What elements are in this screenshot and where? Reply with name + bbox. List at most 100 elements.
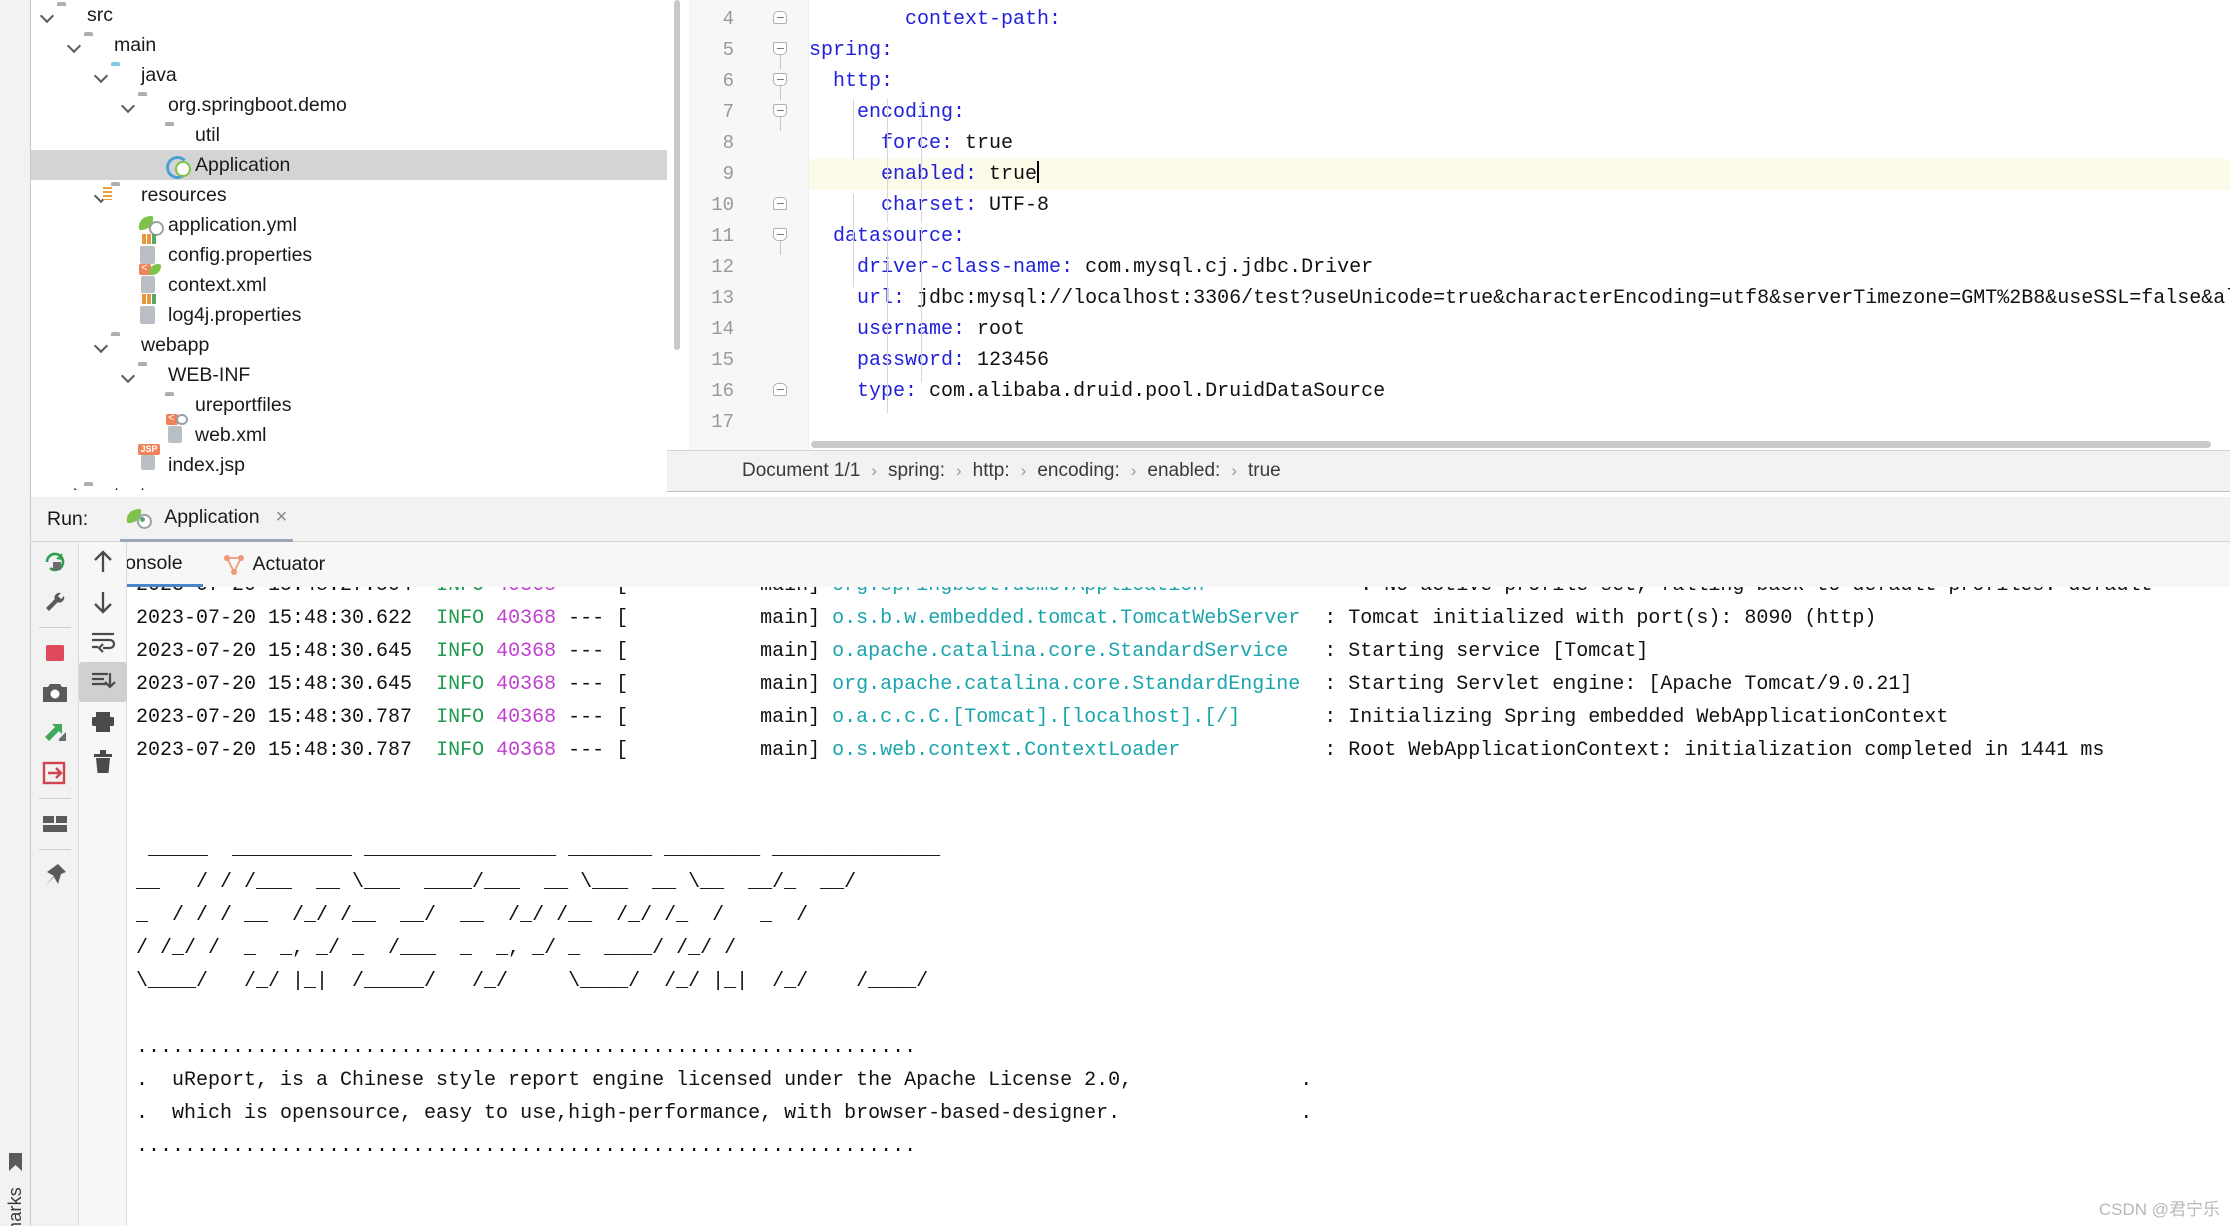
tree-expand-arrow[interactable] <box>120 246 138 264</box>
tree-expand-arrow[interactable] <box>93 336 111 354</box>
tree-item-application-yml[interactable]: application.yml <box>31 210 667 240</box>
code-line[interactable]: spring: <box>809 35 893 66</box>
tree-expand-arrow[interactable] <box>66 36 84 54</box>
run-left-strip: Bookmarks Structure <box>0 497 31 1226</box>
fold-marker-icon[interactable] <box>773 10 789 26</box>
tree-item-label: java <box>141 64 177 86</box>
rerun-button[interactable] <box>31 542 79 582</box>
fold-marker-icon[interactable] <box>773 196 789 212</box>
tree-expand-arrow[interactable] <box>120 306 138 324</box>
tree-item-test[interactable]: test <box>31 480 667 490</box>
tree-expand-arrow[interactable] <box>66 486 84 490</box>
watermark: CSDN @君宁乐 <box>2098 1200 2220 1219</box>
hscrollbar-thumb[interactable] <box>811 441 2211 448</box>
layout-button[interactable] <box>31 804 79 844</box>
fold-marker-icon[interactable] <box>773 382 789 398</box>
stop-button[interactable] <box>31 633 79 673</box>
fold-marker-icon[interactable] <box>773 227 789 255</box>
folder-icon <box>57 5 81 25</box>
line-number: 8 <box>722 132 734 154</box>
soft-wrap-button[interactable] <box>79 622 127 662</box>
editor-gutter[interactable]: 4 5 6 7 8 9 10 11 12 13 14 15 16 17 <box>689 0 809 450</box>
tab-actuator[interactable]: Actuator <box>203 542 346 587</box>
tree-item-ureportfiles[interactable]: ureportfiles <box>31 390 667 420</box>
thread-dump-button[interactable] <box>31 713 79 753</box>
breadcrumb-item[interactable]: encoding: <box>1037 460 1119 482</box>
tree-item-resources[interactable]: resources <box>31 180 667 210</box>
tree-expand-arrow[interactable] <box>93 66 111 84</box>
tree-expand-arrow[interactable] <box>147 396 165 414</box>
code-line[interactable]: enabled: true <box>809 159 1040 190</box>
code-editor[interactable]: 4 5 6 7 8 9 10 11 12 13 14 15 16 17 context-path: spri… <box>667 0 2230 450</box>
tree-expand-arrow[interactable] <box>120 216 138 234</box>
code-line[interactable]: force: true <box>809 128 1013 159</box>
code-line[interactable]: http: <box>809 66 893 97</box>
scroll-down-button[interactable] <box>79 582 127 622</box>
console-banner-line: . which is opensource, easy to use,high-… <box>136 1102 1313 1125</box>
tree-item-index-jsp[interactable]: JSP index.jsp <box>31 444 667 480</box>
java-class-run-icon <box>165 155 189 175</box>
console-log-line: 2023-07-20 15:48:30.787 INFO 40368 --- [… <box>136 706 1949 729</box>
tree-item-src[interactable]: src <box>31 0 667 30</box>
settings-wrench-button[interactable] <box>31 582 79 622</box>
code-line[interactable]: url: jdbc:mysql://localhost:3306/test?us… <box>809 283 2230 314</box>
pin-button[interactable] <box>31 855 79 895</box>
editor-code-area[interactable]: context-path: spring: http: encoding: for… <box>809 0 2230 450</box>
project-tree[interactable]: src main java org.springboot.demo util Applic… <box>31 0 667 490</box>
fold-marker-icon[interactable] <box>773 41 789 69</box>
breadcrumb-item[interactable]: http: <box>973 460 1010 482</box>
tree-expand-arrow[interactable] <box>147 126 165 144</box>
run-configuration-tab[interactable]: Application × <box>120 497 294 542</box>
tree-expand-arrow[interactable] <box>120 366 138 384</box>
tree-expand-arrow[interactable] <box>147 426 165 444</box>
bookmarks-label[interactable]: Bookmarks <box>5 1187 26 1226</box>
code-line[interactable]: context-path: <box>809 4 1061 35</box>
line-number: 10 <box>711 194 734 216</box>
tree-item-label: web.xml <box>195 424 267 446</box>
clear-all-button[interactable] <box>79 742 127 782</box>
camera-button[interactable] <box>31 673 79 713</box>
tree-item-util[interactable]: util <box>31 120 667 150</box>
run-tab-name: Application <box>164 506 260 528</box>
fold-marker-icon[interactable] <box>773 72 789 100</box>
properties-icon <box>138 245 162 265</box>
tree-item-webapp[interactable]: webapp <box>31 330 667 360</box>
breadcrumb[interactable]: Document 1/1 › spring: › http: › encoding: › ena… <box>667 450 2230 492</box>
tree-item-web-inf[interactable]: WEB-INF <box>31 360 667 390</box>
code-line[interactable]: driver-class-name: com.mysql.cj.jdbc.Dri… <box>809 252 1373 283</box>
breadcrumb-item[interactable]: spring: <box>888 460 945 482</box>
tree-expand-arrow[interactable] <box>120 456 138 474</box>
tree-item-context-xml[interactable]: < context.xml <box>31 264 667 300</box>
tree-item-log4j-properties[interactable]: log4j.properties <box>31 300 667 330</box>
tree-expand-arrow[interactable] <box>147 156 165 174</box>
tree-expand-arrow[interactable] <box>39 6 57 24</box>
editor-horizontal-scrollbar[interactable] <box>809 438 2230 450</box>
scroll-to-end-button[interactable] <box>79 662 127 702</box>
breadcrumb-item[interactable]: enabled: <box>1147 460 1220 482</box>
code-line[interactable]: username: root <box>809 314 1025 345</box>
tree-item-config-properties[interactable]: config.properties <box>31 240 667 270</box>
tree-item-main[interactable]: main <box>31 30 667 60</box>
print-button[interactable] <box>79 702 127 742</box>
tree-expand-arrow[interactable] <box>120 276 138 294</box>
code-line[interactable]: type: com.alibaba.druid.pool.DruidDataSo… <box>809 376 1385 407</box>
folder-source-icon <box>111 65 135 85</box>
scrollbar-thumb[interactable] <box>674 0 680 350</box>
close-icon[interactable]: × <box>276 506 288 529</box>
tree-item-org-springboot-demo[interactable]: org.springboot.demo <box>31 90 667 120</box>
editor-left-scrollbar[interactable] <box>667 0 689 450</box>
breadcrumb-item[interactable]: Document 1/1 <box>742 460 860 482</box>
console-output[interactable]: 2023-07-20 15:48:27.504 INFO 40368 --- [… <box>128 587 2230 1226</box>
spring-boot-run-icon <box>126 508 150 528</box>
code-line[interactable]: password: 123456 <box>809 345 1049 376</box>
tree-item-web-xml[interactable]: < web.xml <box>31 414 667 450</box>
code-line[interactable]: charset: UTF-8 <box>809 190 1049 221</box>
scroll-up-button[interactable] <box>79 542 127 582</box>
tree-item-java[interactable]: java <box>31 60 667 90</box>
export-button[interactable] <box>31 753 79 793</box>
fold-marker-icon[interactable] <box>773 103 789 131</box>
tree-item-application[interactable]: Application <box>31 150 667 180</box>
console-banner-line: / /_/ / _ _, _/ _ /___ _ _, _/ _ ____/ /… <box>136 937 761 960</box>
tree-expand-arrow[interactable] <box>120 96 138 114</box>
breadcrumb-item[interactable]: true <box>1248 460 1281 482</box>
